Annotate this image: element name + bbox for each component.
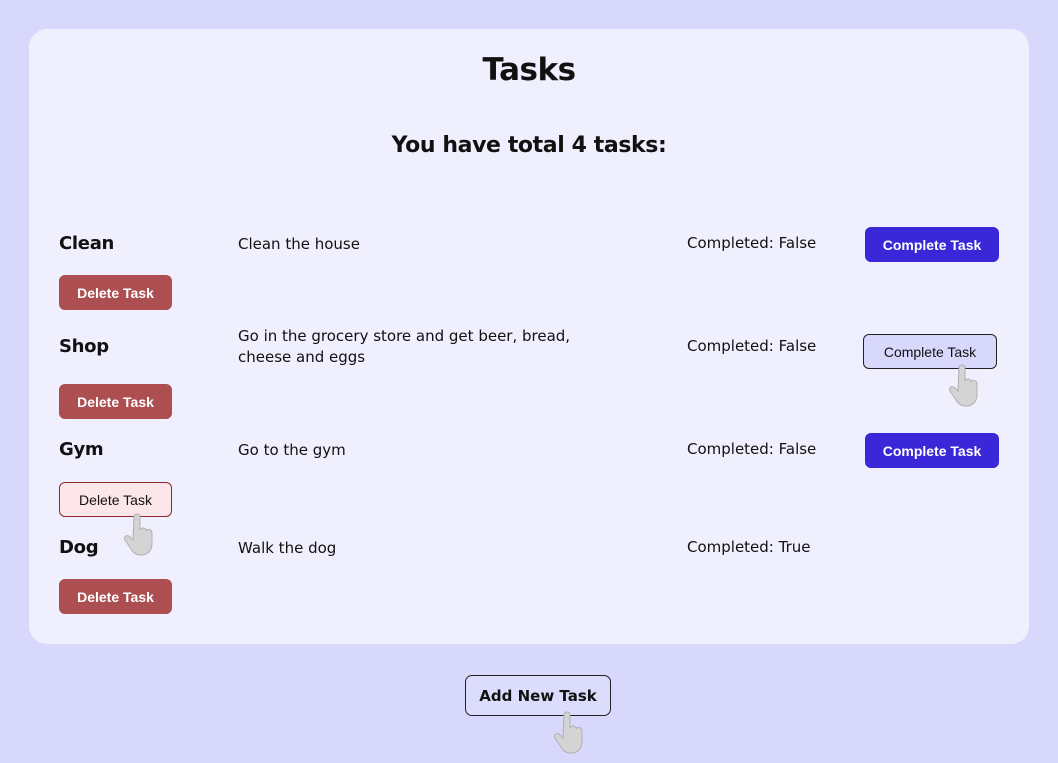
task-name: Gym [59, 439, 104, 460]
delete-task-button[interactable]: Delete Task [59, 275, 172, 310]
task-status: Completed: False [687, 337, 817, 355]
hand-pointer-icon [948, 364, 978, 407]
task-status: Completed: False [687, 234, 817, 252]
delete-task-button[interactable]: Delete Task [59, 482, 172, 517]
complete-task-button[interactable]: Complete Task [865, 227, 999, 262]
delete-task-button[interactable]: Delete Task [59, 579, 172, 614]
add-new-task-button[interactable]: Add New Task [465, 675, 611, 716]
hand-pointer-icon [553, 711, 583, 754]
task-description: Go to the gym [238, 441, 346, 459]
task-count-summary: You have total 4 tasks: [391, 133, 667, 158]
task-name: Clean [59, 233, 115, 254]
task-status: Completed: True [687, 538, 811, 556]
task-status: Completed: False [687, 440, 817, 458]
complete-task-button[interactable]: Complete Task [865, 433, 999, 468]
task-name: Shop [59, 336, 109, 357]
task-description: Go in the grocery store and get beer, br… [238, 327, 571, 366]
delete-task-button[interactable]: Delete Task [59, 384, 172, 419]
hand-pointer-icon [123, 513, 153, 556]
page-title: Tasks [482, 52, 576, 88]
task-name: Dog [59, 537, 99, 558]
task-description: Walk the dog [238, 539, 337, 557]
task-description: Clean the house [238, 235, 360, 253]
